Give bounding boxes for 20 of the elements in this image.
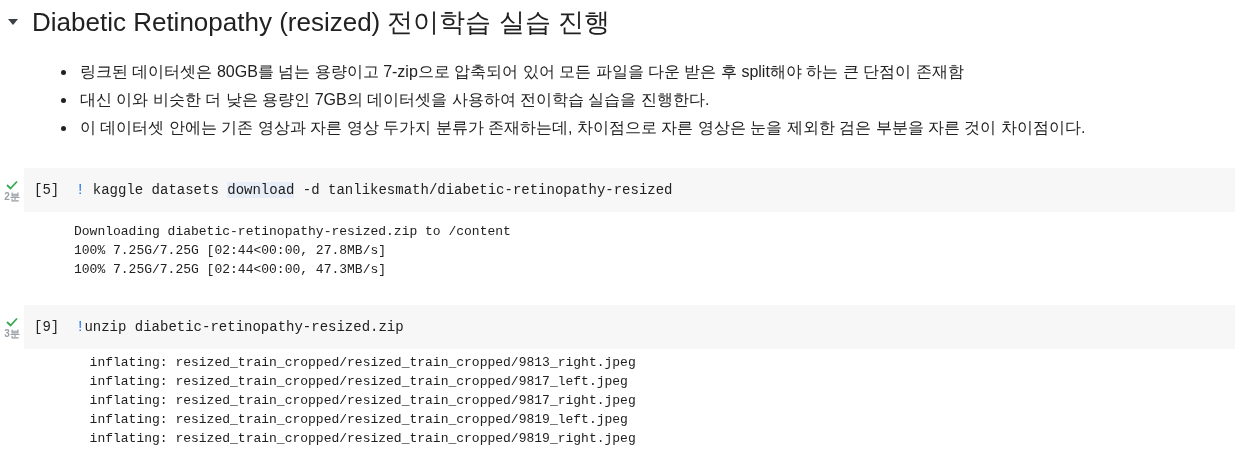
bullet-text: 링크된 데이터셋은 80GB를 넘는 용량이고 7-zip으로 압축되어 있어 모든 파일을 다운 받은 후 split해야 하는 큰 단점이 존재함: [80, 62, 964, 82]
bullet-text: 대신 이와 비슷한 더 낮은 용량인 7GB의 데이터셋을 사용하여 전이학습 실습을 진행한다.: [80, 90, 710, 110]
section-heading: Diabetic Retinopathy (resized) 전이학습 실습 진행: [32, 6, 610, 38]
code-cell[interactable]: [9] !unzip diabetic-retinopathy-resized.zip: [24, 305, 1235, 349]
execution-count: [5]: [34, 180, 61, 200]
code-cell[interactable]: [5] ! kaggle datasets download -d tanlikesmath/diabetic-retinopathy-resized: [24, 168, 1235, 212]
output-line: inflating: resized_train_cropped/resized_train_cropped/9819_right.jpeg: [88, 430, 637, 448]
run-duration: 2분: [4, 191, 20, 202]
output-line: 100% 7.25G/7.25G [02:44<00:00, 47.3MB/s]: [74, 261, 388, 279]
output-line: inflating: resized_train_cropped/resized_train_cropped/9819_left.jpeg: [88, 411, 629, 429]
bullet-text: 이 데이터셋 안에는 기존 영상과 자른 영상 두가지 분류가 존재하는데, 차이점으로 자른 영상은 눈을 제외한 검은 부분을 자른 것이 차이점이다.: [80, 118, 1086, 138]
run-duration: 3분: [4, 328, 20, 339]
output-line: Downloading diabetic-retinopathy-resized.zip to /content: [74, 223, 512, 241]
code-line: ! kaggle datasets download -d tanlikesmath/diabetic-retinopathy-resized: [76, 180, 673, 200]
output-line: inflating: resized_train_cropped/resized_train_cropped/9813_right.jpeg: [88, 354, 637, 372]
output-line: inflating: resized_train_cropped/resized_train_cropped/9817_right.jpeg: [88, 392, 637, 410]
execution-count: [9]: [34, 317, 61, 337]
code-line: !unzip diabetic-retinopathy-resized.zip: [76, 317, 404, 337]
output-line: 100% 7.25G/7.25G [02:44<00:00, 27.8MB/s]: [74, 242, 388, 260]
output-line: inflating: resized_train_cropped/resized_train_cropped/9817_left.jpeg: [88, 373, 629, 391]
